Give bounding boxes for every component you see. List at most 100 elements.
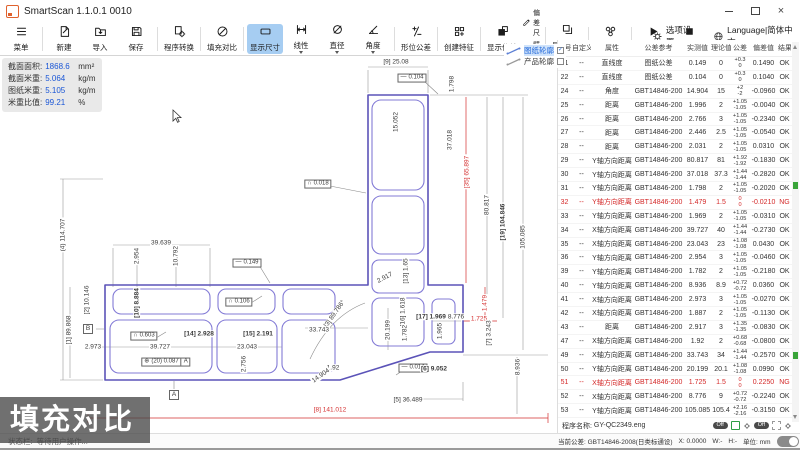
toolbar-label: 导入 bbox=[93, 44, 108, 52]
minimize-button[interactable] bbox=[716, 2, 742, 20]
legend-checkbox[interactable]: ✓ bbox=[557, 47, 564, 54]
cell: 1.5 bbox=[711, 379, 731, 386]
table-row[interactable]: 51--X轴方向距离GBT14846-2001.7251.5000.2250NG bbox=[557, 376, 792, 390]
table-row[interactable]: 30--Y轴方向距离GBT14846-20037.01837.3+1.44-1.… bbox=[557, 168, 792, 182]
table-row[interactable]: 41--X轴方向距离GBT14846-2002.9733+1.05-1.05-0… bbox=[557, 293, 792, 307]
cell: 距离 bbox=[591, 100, 633, 110]
toggle-off-pill[interactable]: Off bbox=[713, 422, 728, 430]
cell: -- bbox=[572, 157, 591, 164]
x-label: X: bbox=[679, 438, 685, 445]
table-row[interactable]: 39--Y轴方向距离GBT14846-2001.7822+1.05-1.05-0… bbox=[557, 265, 792, 279]
table-row[interactable]: 42--X轴方向距离GBT14846-2001.8872+1.05-1.05-0… bbox=[557, 307, 792, 321]
profile-drawing[interactable] bbox=[0, 56, 557, 433]
deviation-cell: -0.3150 bbox=[749, 407, 778, 414]
table-row[interactable]: 21--直线度图纸公差0.1490+0.300.1490OK bbox=[557, 57, 792, 71]
toolbar-feature-button[interactable]: 创建特征 bbox=[441, 24, 477, 54]
cell: Y轴方向距离 bbox=[591, 281, 633, 291]
column-header[interactable]: 理论值 bbox=[711, 43, 731, 53]
table-row[interactable]: 32--Y轴方向距离GBT14846-2001.4791.500-0.0210N… bbox=[557, 196, 792, 210]
table-row[interactable]: 53--Y轴方向距离GBT14846-200105.085105.4+2.16-… bbox=[557, 404, 792, 418]
close-button[interactable]: × bbox=[768, 2, 794, 20]
cell: 8.9 bbox=[711, 282, 731, 289]
diameter-icon bbox=[331, 23, 344, 41]
deviation-cell: -0.0800 bbox=[749, 338, 778, 345]
table-row[interactable]: 49--X轴方向距离GBT14846-20033.74334+1.44-1.44… bbox=[557, 349, 792, 363]
scroll-up-icon[interactable] bbox=[793, 45, 797, 49]
program-row: 程序名称: GY-QC2349.eng Off Off bbox=[558, 418, 800, 433]
tolerance-cell: +1.08-1.08 bbox=[731, 363, 749, 375]
table-row[interactable]: 24--角度GBT14846-20014.90415+2-2-0.0960OK bbox=[557, 85, 792, 99]
tolerance-cell: +1.05-1.05 bbox=[731, 294, 749, 306]
cell: -- bbox=[572, 352, 591, 359]
cell: 51 bbox=[557, 379, 572, 386]
deviation-cell: -0.0270 bbox=[749, 296, 778, 303]
unit-toggle[interactable] bbox=[777, 436, 799, 447]
tol-lower: -1.05 bbox=[731, 258, 749, 264]
table-row[interactable]: 28--距离GBT14846-2002.0312+1.05-1.050.0310… bbox=[557, 140, 792, 154]
table-row[interactable]: 35--X轴方向距离GBT14846-20023.04323+1.08-1.08… bbox=[557, 238, 792, 252]
table-row[interactable]: 36--Y轴方向距离GBT14846-2002.9543+1.05-1.05-0… bbox=[557, 251, 792, 265]
table-row[interactable]: 40--Y轴方向距离GBT14846-2008.9368.9+0.72-0.72… bbox=[557, 279, 792, 293]
chevron-down-icon bbox=[299, 51, 303, 54]
table-row[interactable]: 25--距离GBT14846-2001.9962+1.05-1.05-0.004… bbox=[557, 99, 792, 113]
tol-lower: -0.72 bbox=[731, 286, 749, 292]
tolerance-cell: +1.05-1.05 bbox=[731, 127, 749, 139]
table-row[interactable]: 43--距离GBT14846-2002.9173+1.35-1.35-0.083… bbox=[557, 321, 792, 335]
unit-label: 单位: bbox=[743, 439, 758, 446]
toolbar-devruler-button[interactable]: 偏差尺 bbox=[522, 8, 540, 38]
legend-item[interactable]: 产品轮廓 bbox=[506, 56, 564, 67]
cell: 40 bbox=[557, 282, 572, 289]
table-row[interactable]: 29--Y轴方向距离GBT14846-20080.81781+1.92-1.92… bbox=[557, 154, 792, 168]
cell: 34 bbox=[557, 227, 572, 234]
toolbar-diameter-button[interactable]: 直径 bbox=[319, 24, 355, 54]
column-header[interactable]: 偏差值 bbox=[749, 43, 778, 53]
column-header[interactable]: 实测值 bbox=[684, 43, 711, 53]
toolbar-separator bbox=[42, 27, 43, 51]
toolbar-new-button[interactable]: 新建 bbox=[46, 24, 82, 54]
result-cell: OK bbox=[778, 324, 791, 331]
toolbar-save-button[interactable]: 保存 bbox=[118, 24, 154, 54]
linear-icon bbox=[295, 23, 308, 41]
tolerance-cell: +1.35-1.35 bbox=[731, 321, 749, 333]
column-header[interactable]: 公差 bbox=[731, 43, 749, 53]
toolbar-menu-button[interactable]: 菜单 bbox=[3, 24, 39, 54]
maximize-button[interactable] bbox=[742, 2, 768, 20]
toolbar-convert-button[interactable]: 程序转换 bbox=[161, 24, 197, 54]
toolbar-fill-button[interactable]: 填充对比 bbox=[204, 24, 240, 54]
column-header[interactable]: 结果 bbox=[778, 43, 791, 53]
chevron-down-icon bbox=[335, 51, 339, 54]
gear-small-icon[interactable] bbox=[743, 422, 751, 430]
column-header[interactable]: 属性 bbox=[591, 43, 633, 53]
cell: 47 bbox=[557, 338, 572, 345]
toolbar-linear-button[interactable]: 线性 bbox=[283, 24, 319, 54]
tol-lower: -1.08 bbox=[731, 369, 749, 375]
toolbar-formtol-button[interactable]: 形位公差 bbox=[398, 24, 434, 54]
table-row[interactable]: 34--X轴方向距离GBT14846-20039.72740+1.44-1.44… bbox=[557, 224, 792, 238]
cell: 27 bbox=[557, 129, 572, 136]
cell: 20.1 bbox=[711, 366, 731, 373]
toggle-off-pill[interactable]: Off bbox=[754, 422, 769, 430]
table-row[interactable]: 31--Y轴方向距离GBT14846-2001.7982+1.05-1.05-0… bbox=[557, 182, 792, 196]
table-scrollbar[interactable] bbox=[792, 42, 799, 422]
frame-dashed-icon[interactable] bbox=[772, 421, 781, 430]
table-row[interactable]: 22--直线度图纸公差0.1040+0.300.1040OK bbox=[557, 71, 792, 85]
column-header[interactable]: 自定义 bbox=[572, 43, 591, 53]
cell: X轴方向距离 bbox=[591, 378, 633, 388]
table-row[interactable]: 27--距离GBT14846-2002.4462.5+1.05-1.05-0.0… bbox=[557, 126, 792, 140]
cell: -- bbox=[572, 296, 591, 303]
table-row[interactable]: 47--X轴方向距离GBT14846-2001.922+0.68-0.68-0.… bbox=[557, 335, 792, 349]
toolbar-angle-button[interactable]: 角度 bbox=[355, 24, 391, 54]
table-row[interactable]: 52--X轴方向距离GBT14846-2008.7769+0.72-0.72-0… bbox=[557, 390, 792, 404]
toolbar-dims-button[interactable]: 显示尺寸 bbox=[247, 24, 283, 54]
table-row[interactable]: 33--Y轴方向距离GBT14846-2001.9692+1.05-1.05-0… bbox=[557, 210, 792, 224]
frame-green-icon[interactable] bbox=[731, 421, 740, 430]
legend-checkbox[interactable] bbox=[557, 58, 564, 65]
toolbar-import-button[interactable]: 导入 bbox=[82, 24, 118, 54]
gear-small-icon[interactable] bbox=[784, 422, 792, 430]
tol-upper: +1.05 bbox=[731, 294, 749, 300]
scroll-down-icon[interactable] bbox=[793, 415, 797, 419]
result-cell: OK bbox=[778, 157, 791, 164]
table-row[interactable]: 50--Y轴方向距离GBT14846-20020.19920.1+1.08-1.… bbox=[557, 363, 792, 377]
table-row[interactable]: 26--距离GBT14846-2002.7663+1.05-1.05-0.234… bbox=[557, 113, 792, 127]
column-header[interactable]: 公差参考 bbox=[633, 43, 684, 53]
